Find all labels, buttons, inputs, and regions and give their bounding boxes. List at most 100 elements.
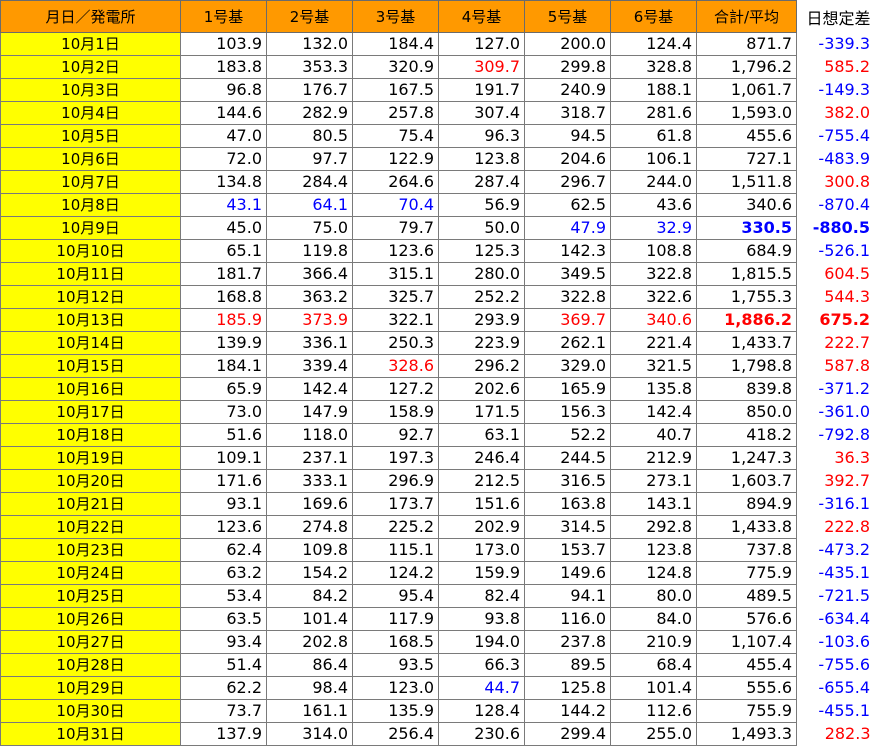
- unit-6-cell: 124.8: [610, 561, 697, 585]
- date-cell: 10月28日: [0, 653, 181, 677]
- unit-2-cell: 98.4: [266, 676, 353, 700]
- total-cell: 576.6: [696, 607, 797, 631]
- header-unit-2: 2号基: [266, 0, 353, 33]
- unit-3-cell: 75.4: [352, 124, 439, 148]
- unit-6-cell: 32.9: [610, 216, 697, 240]
- unit-6-cell: 292.8: [610, 515, 697, 539]
- unit-4-cell: 252.2: [438, 285, 525, 309]
- total-cell: 1,593.0: [696, 101, 797, 125]
- unit-2-cell: 274.8: [266, 515, 353, 539]
- unit-6-cell: 188.1: [610, 78, 697, 102]
- unit-2-cell: 176.7: [266, 78, 353, 102]
- date-cell: 10月15日: [0, 354, 181, 378]
- date-cell: 10月29日: [0, 676, 181, 700]
- unit-6-cell: 281.6: [610, 101, 697, 125]
- unit-6-cell: 212.9: [610, 446, 697, 470]
- unit-5-cell: 125.8: [524, 676, 611, 700]
- table-row: 10月20日 171.6 333.1 296.9 212.5 316.5 273.1 1,60…: [0, 469, 881, 493]
- unit-4-cell: 63.1: [438, 423, 525, 447]
- unit-5-cell: 89.5: [524, 653, 611, 677]
- date-cell: 10月10日: [0, 239, 181, 263]
- unit-3-cell: 296.9: [352, 469, 439, 493]
- header-row: 月日／発電所 1号基 2号基 3号基 4号基 5号基 6号基 合計/平均 日想定…: [0, 0, 881, 33]
- unit-1-cell: 53.4: [180, 584, 267, 608]
- unit-6-cell: 84.0: [610, 607, 697, 631]
- unit-1-cell: 62.4: [180, 538, 267, 562]
- total-cell: 894.9: [696, 492, 797, 516]
- header-unit-6: 6号基: [610, 0, 697, 33]
- unit-6-cell: 80.0: [610, 584, 697, 608]
- unit-4-cell: 127.0: [438, 32, 525, 56]
- unit-6-cell: 273.1: [610, 469, 697, 493]
- diff-cell: -526.1: [818, 241, 870, 260]
- diff-cell: 382.0: [824, 103, 870, 122]
- total-cell: 850.0: [696, 400, 797, 424]
- unit-3-cell: 325.7: [352, 285, 439, 309]
- unit-3-cell: 79.7: [352, 216, 439, 240]
- unit-5-cell: 62.5: [524, 193, 611, 217]
- table-row: 10月11日 181.7 366.4 315.1 280.0 349.5 322.8 1,81…: [0, 262, 881, 286]
- unit-2-cell: 363.2: [266, 285, 353, 309]
- diff-cell: -435.1: [818, 563, 870, 582]
- unit-4-cell: 96.3: [438, 124, 525, 148]
- date-cell: 10月21日: [0, 492, 181, 516]
- diff-cell: 300.8: [824, 172, 870, 191]
- unit-5-cell: 369.7: [524, 308, 611, 332]
- unit-1-cell: 109.1: [180, 446, 267, 470]
- diff-cell: 675.2: [819, 310, 870, 329]
- unit-5-cell: 316.5: [524, 469, 611, 493]
- total-cell: 1,511.8: [696, 170, 797, 194]
- header-diff: 日想定差: [796, 0, 881, 33]
- unit-1-cell: 93.4: [180, 630, 267, 654]
- diff-cell: 282.3: [824, 724, 871, 743]
- unit-1-cell: 171.6: [180, 469, 267, 493]
- diff-cell: 587.8: [824, 356, 870, 375]
- unit-6-cell: 221.4: [610, 331, 697, 355]
- table-row: 10月25日 53.4 84.2 95.4 82.4 94.1 80.0 489.5 -721.…: [0, 584, 881, 608]
- unit-1-cell: 137.9: [180, 722, 267, 746]
- table-row: 10月23日 62.4 109.8 115.1 173.0 153.7 123.8 737.8…: [0, 538, 881, 562]
- date-cell: 10月19日: [0, 446, 181, 470]
- total-cell: 418.2: [696, 423, 797, 447]
- table-row: 10月17日 73.0 147.9 158.9 171.5 156.3 142.4 850.0…: [0, 400, 881, 424]
- total-cell: 1,493.3: [696, 722, 797, 746]
- table-row: 10月21日 93.1 169.6 173.7 151.6 163.8 143.1 894.9…: [0, 492, 881, 516]
- power-generation-table: 月日／発電所 1号基 2号基 3号基 4号基 5号基 6号基 合計/平均 日想定…: [0, 0, 881, 746]
- unit-2-cell: 161.1: [266, 699, 353, 723]
- total-cell: 1,061.7: [696, 78, 797, 102]
- unit-6-cell: 43.6: [610, 193, 697, 217]
- unit-6-cell: 322.8: [610, 262, 697, 286]
- unit-2-cell: 373.9: [266, 308, 353, 332]
- date-cell: 10月16日: [0, 377, 181, 401]
- unit-4-cell: 125.3: [438, 239, 525, 263]
- total-cell: 1,107.4: [696, 630, 797, 654]
- unit-3-cell: 173.7: [352, 492, 439, 516]
- table-row: 10月4日 144.6 282.9 257.8 307.4 318.7 281.6 1,593…: [0, 101, 881, 125]
- diff-cell: -792.8: [818, 425, 870, 444]
- table-row: 10月10日 65.1 119.8 123.6 125.3 142.3 108.8 684.9…: [0, 239, 881, 263]
- diff-cell: -755.6: [818, 655, 870, 674]
- unit-3-cell: 158.9: [352, 400, 439, 424]
- table-row: 10月13日 185.9 373.9 322.1 293.9 369.7 340.6 1,88…: [0, 308, 881, 332]
- unit-4-cell: 159.9: [438, 561, 525, 585]
- total-cell: 1,886.2: [696, 308, 797, 332]
- table-row: 10月3日 96.8 176.7 167.5 191.7 240.9 188.1 1,061.…: [0, 78, 881, 102]
- table-row: 10月2日 183.8 353.3 320.9 309.7 299.8 328.8 1,796…: [0, 55, 881, 79]
- unit-6-cell: 255.0: [610, 722, 697, 746]
- diff-cell: -103.6: [818, 632, 870, 651]
- unit-3-cell: 123.6: [352, 239, 439, 263]
- table-row: 10月19日 109.1 237.1 197.3 246.4 244.5 212.9 1,24…: [0, 446, 881, 470]
- total-cell: 1,603.7: [696, 469, 797, 493]
- unit-4-cell: 230.6: [438, 722, 525, 746]
- unit-5-cell: 240.9: [524, 78, 611, 102]
- diff-cell: 222.8: [824, 517, 870, 536]
- unit-5-cell: 94.1: [524, 584, 611, 608]
- date-cell: 10月27日: [0, 630, 181, 654]
- unit-1-cell: 168.8: [180, 285, 267, 309]
- unit-1-cell: 96.8: [180, 78, 267, 102]
- unit-6-cell: 210.9: [610, 630, 697, 654]
- date-cell: 10月26日: [0, 607, 181, 631]
- unit-1-cell: 51.6: [180, 423, 267, 447]
- unit-5-cell: 322.8: [524, 285, 611, 309]
- unit-1-cell: 185.9: [180, 308, 267, 332]
